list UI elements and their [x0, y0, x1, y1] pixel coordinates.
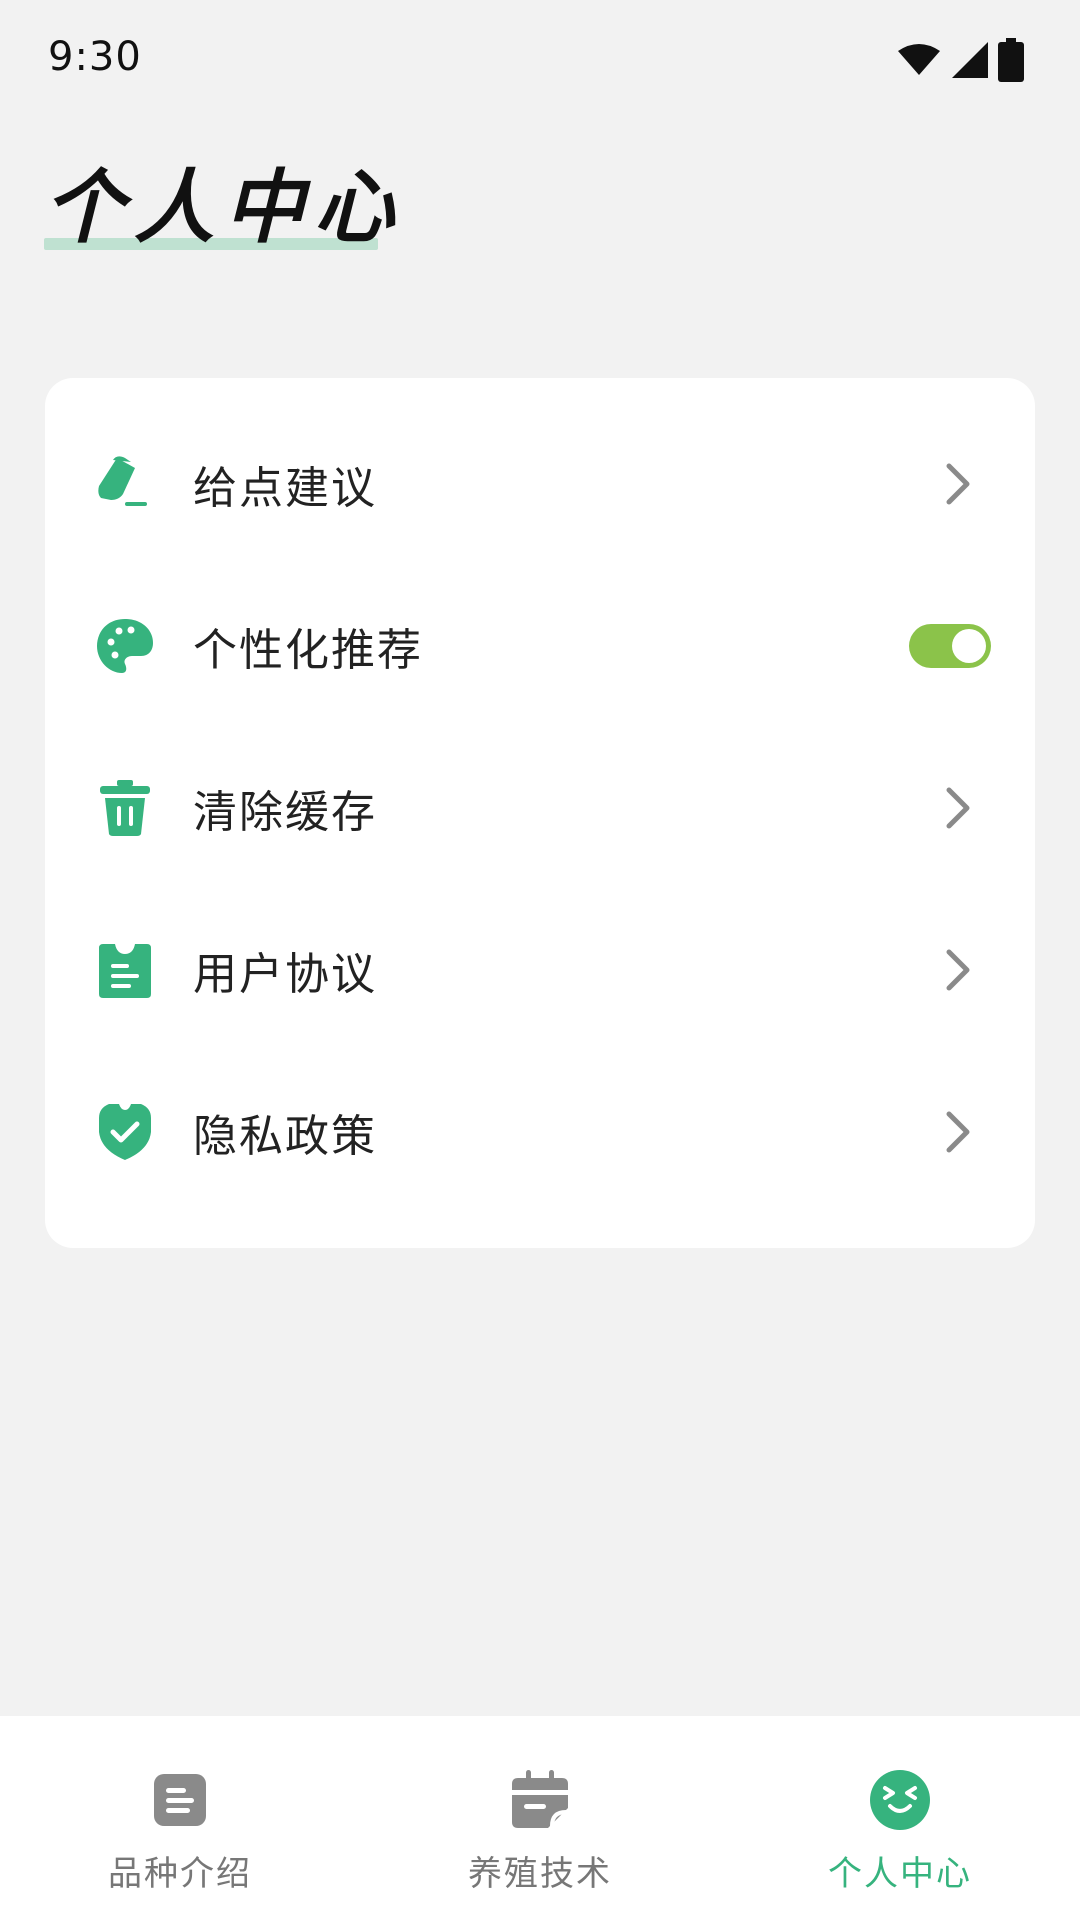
status-icons [896, 38, 1024, 82]
nav-label: 品种介绍 [108, 1854, 252, 1894]
menu-item-label: 给点建议 [193, 463, 377, 514]
page-title-wrap: 个人中心 [44, 162, 404, 262]
menu-item-feedback[interactable]: 给点建议 [45, 403, 1035, 565]
personalized-toggle[interactable] [909, 624, 991, 668]
nav-item-breeds[interactable]: 品种介绍 [0, 1716, 360, 1920]
chevron-right-icon [946, 787, 970, 829]
smile-icon [870, 1770, 930, 1830]
calendar-icon [512, 1770, 568, 1828]
chevron-right-icon [946, 463, 970, 505]
shield-check-icon [99, 1104, 151, 1160]
edit-icon [98, 456, 147, 506]
status-time: 9:30 [48, 34, 142, 80]
screen: 9:30 个人中心 给点建议 个性化推荐 清除缓存 用户协议 隐私政策 品种介绍… [0, 0, 1080, 1920]
menu-item-privacy-policy[interactable]: 隐私政策 [45, 1051, 1035, 1213]
menu-item-label: 隐私政策 [193, 1111, 377, 1162]
list-doc-icon [154, 1774, 206, 1826]
nav-label-active: 个人中心 [828, 1854, 972, 1894]
signal-icon [952, 42, 988, 78]
page-title: 个人中心 [44, 161, 404, 254]
menu-item-personalized: 个性化推荐 [45, 565, 1035, 727]
menu-item-label: 清除缓存 [193, 787, 377, 838]
nav-item-profile[interactable]: 个人中心 [720, 1716, 1080, 1920]
chevron-right-icon [946, 949, 970, 991]
palette-icon [97, 619, 153, 673]
nav-item-techniques[interactable]: 养殖技术 [360, 1716, 720, 1920]
bottom-nav: 品种介绍 养殖技术 个人中心 [0, 1716, 1080, 1920]
settings-card: 给点建议 个性化推荐 清除缓存 用户协议 隐私政策 [45, 378, 1035, 1248]
nav-label: 养殖技术 [468, 1854, 612, 1894]
menu-item-label: 用户协议 [193, 949, 377, 1000]
battery-icon [998, 38, 1024, 82]
wifi-icon [898, 44, 940, 75]
menu-item-user-agreement[interactable]: 用户协议 [45, 889, 1035, 1051]
menu-item-clear-cache[interactable]: 清除缓存 [45, 727, 1035, 889]
document-icon [99, 944, 151, 998]
chevron-right-icon [946, 1111, 970, 1153]
trash-icon [100, 780, 150, 836]
toggle-knob [952, 629, 986, 663]
menu-item-label: 个性化推荐 [193, 625, 423, 676]
status-bar: 9:30 [0, 0, 1080, 120]
